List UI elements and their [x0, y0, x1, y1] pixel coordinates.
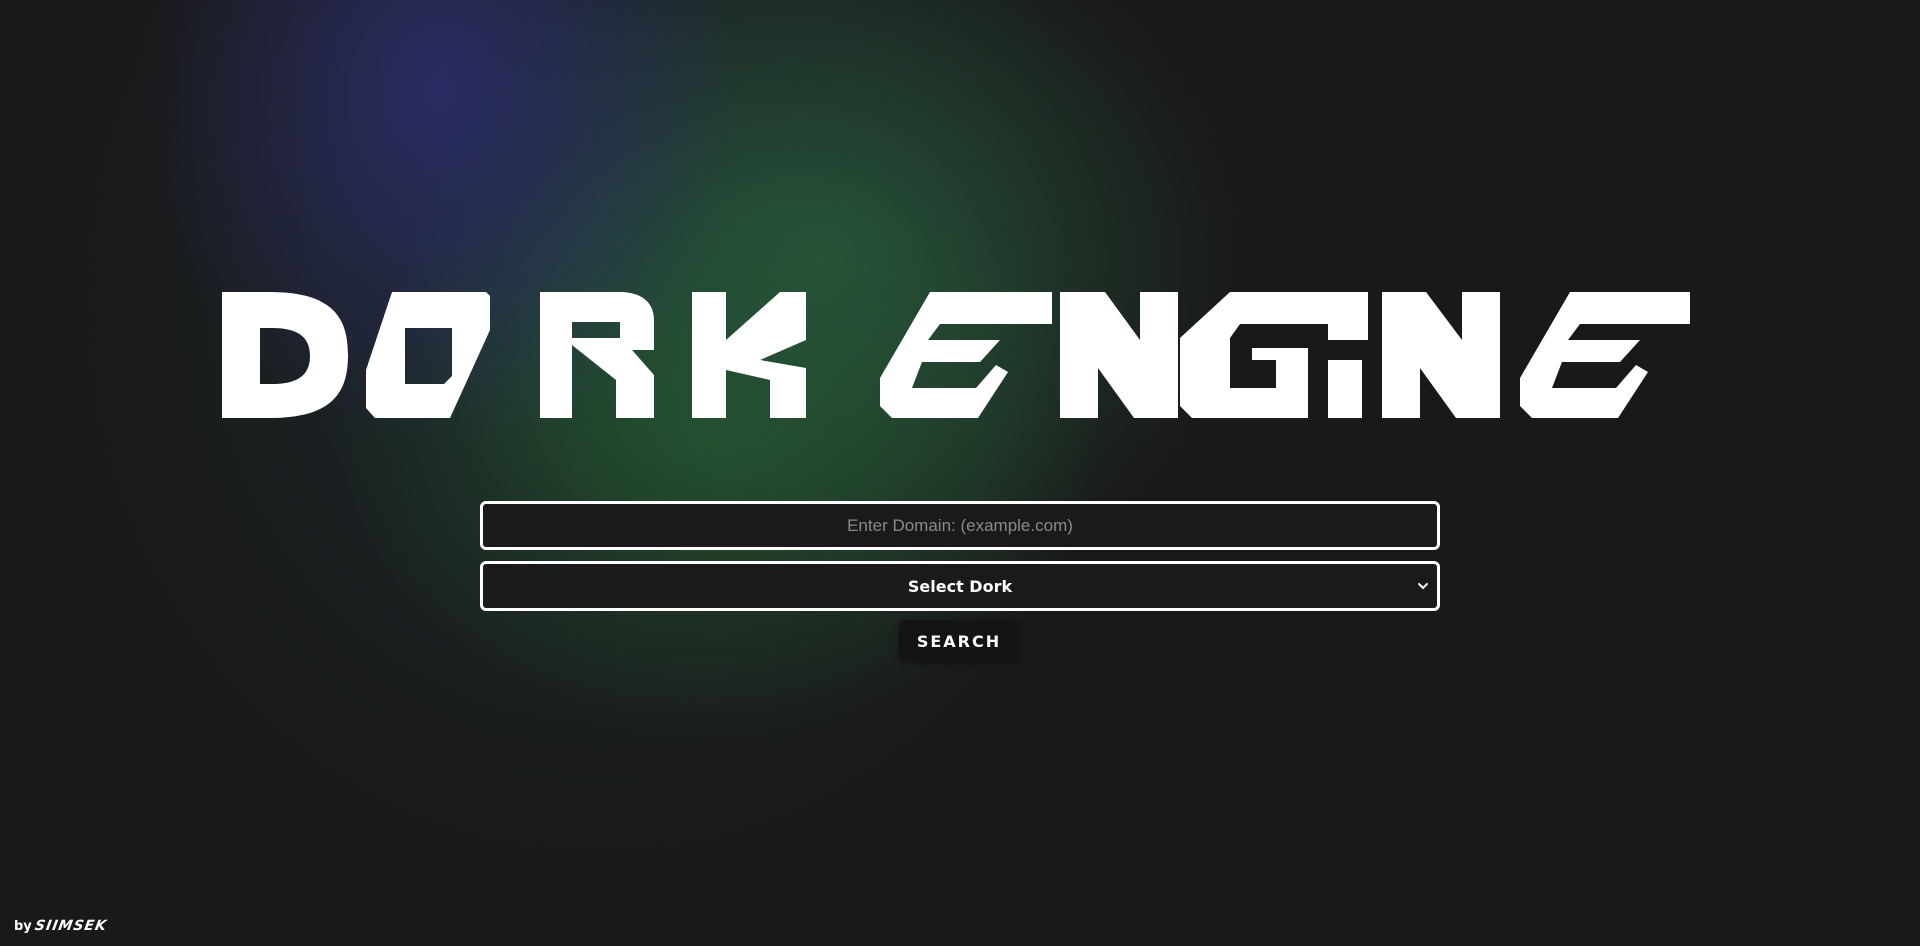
search-button[interactable]: SEARCH	[899, 620, 1019, 662]
app-title-logo	[200, 280, 1720, 430]
author-credit: by SIIMSEK	[14, 918, 109, 934]
domain-input[interactable]	[480, 501, 1440, 550]
dork-select-label: Select Dork	[907, 576, 1013, 596]
chevron-down-icon	[1418, 583, 1428, 590]
credit-by-label: by	[14, 919, 32, 934]
search-form: Select Dork	[480, 501, 1440, 611]
dork-select[interactable]: Select Dork	[480, 561, 1440, 611]
author-name: SIIMSEK	[33, 918, 109, 934]
background-gradient	[0, 0, 1920, 946]
